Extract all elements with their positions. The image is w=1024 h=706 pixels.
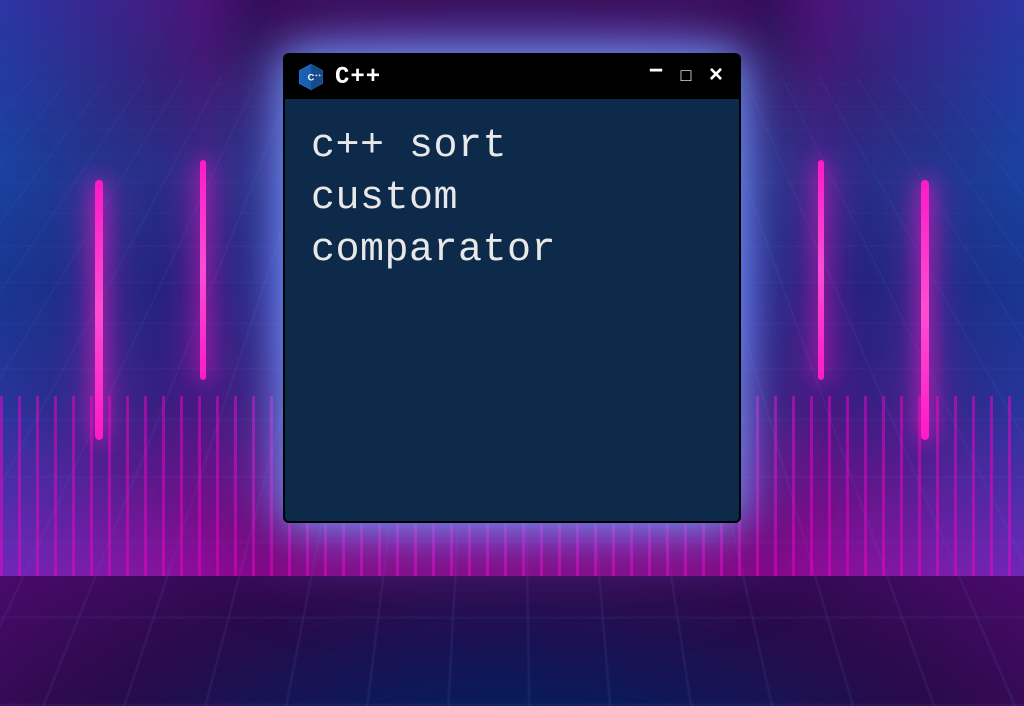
- maximize-button[interactable]: □: [675, 68, 697, 86]
- svg-text:+: +: [318, 73, 321, 78]
- neon-bar: [818, 160, 824, 380]
- minimize-button[interactable]: –: [645, 57, 667, 85]
- body-line: comparator: [311, 225, 713, 277]
- terminal-window: C + + C++ – □ × c++ sort custom comparat…: [283, 53, 741, 523]
- neon-bar: [200, 160, 206, 380]
- window-title: C++: [335, 64, 635, 91]
- titlebar[interactable]: C + + C++ – □ ×: [285, 55, 739, 99]
- cpp-logo-icon: C + +: [297, 63, 325, 91]
- neon-bar: [921, 180, 929, 440]
- terminal-body: c++ sort custom comparator: [285, 99, 739, 521]
- close-button[interactable]: ×: [705, 65, 727, 89]
- window-controls: – □ ×: [645, 63, 727, 91]
- neon-bar: [95, 180, 103, 440]
- svg-text:+: +: [315, 73, 318, 78]
- body-line: c++ sort: [311, 121, 713, 173]
- svg-text:C: C: [308, 73, 315, 83]
- body-line: custom: [311, 173, 713, 225]
